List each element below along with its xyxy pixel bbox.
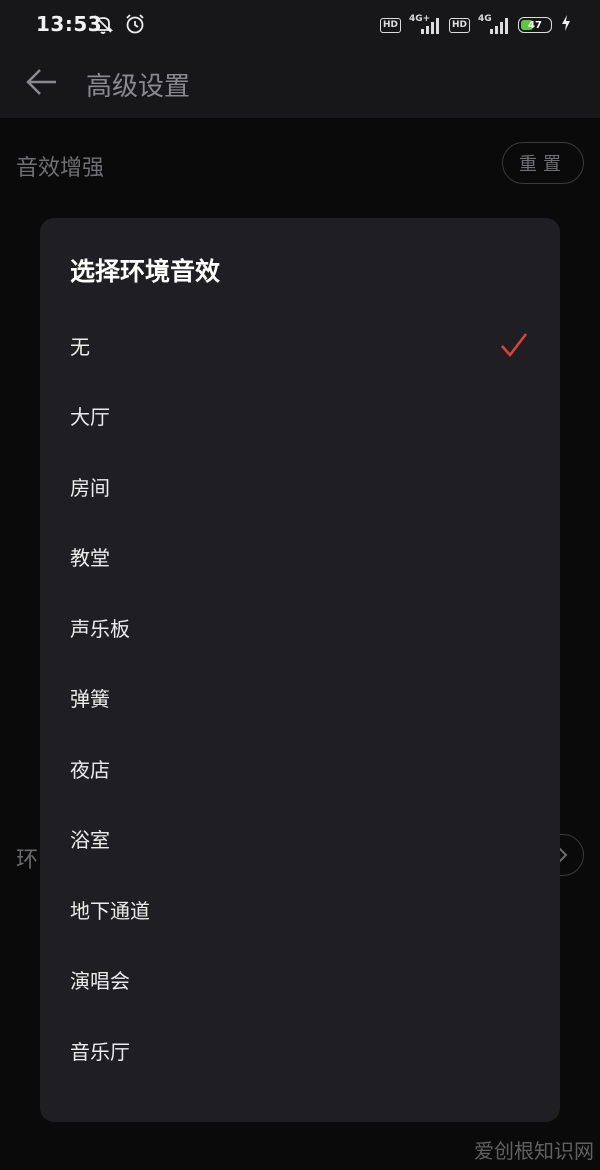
option-label: 夜店	[70, 757, 110, 782]
option-list: 无 大厅 房间 教堂 声乐板 弹簧 夜店 浴室 地下通道 演唱会 音乐厅	[40, 310, 560, 1086]
checkmark-icon	[500, 332, 528, 358]
status-left-icons	[92, 13, 146, 39]
battery-icon: 47	[518, 17, 552, 33]
option-item-church[interactable]: 教堂	[40, 522, 560, 593]
battery-level: 47	[528, 19, 542, 31]
charging-icon	[560, 14, 572, 36]
environment-effect-dialog: 选择环境音效 无 大厅 房间 教堂 声乐板 弹簧 夜店 浴室 地下通道 演唱会 …	[40, 218, 560, 1122]
option-label: 音乐厅	[70, 1039, 130, 1064]
back-arrow-icon[interactable]	[24, 66, 60, 102]
option-item-plate[interactable]: 声乐板	[40, 592, 560, 663]
network-type: 4G+	[408, 14, 431, 24]
option-label: 浴室	[70, 828, 110, 853]
background-setting-label: 环	[16, 848, 39, 873]
option-label: 弹簧	[70, 687, 110, 712]
option-item-concert[interactable]: 演唱会	[40, 945, 560, 1016]
option-item-underpass[interactable]: 地下通道	[40, 874, 560, 945]
page-title: 高级设置	[86, 72, 191, 102]
dialog-title: 选择环境音效	[70, 257, 221, 286]
option-item-club[interactable]: 夜店	[40, 733, 560, 804]
status-bar: 13:53 HD 4G+ HD 4G 47	[0, 0, 600, 52]
hd-badge: HD	[379, 17, 401, 33]
option-item-concert-hall[interactable]: 音乐厅	[40, 1015, 560, 1086]
status-right-icons: HD 4G+ HD 4G 47	[379, 14, 572, 36]
hd-badge-2: HD	[448, 17, 470, 33]
option-label: 教堂	[70, 546, 110, 571]
option-label: 房间	[70, 475, 110, 500]
option-label: 地下通道	[70, 898, 150, 923]
option-item-hall[interactable]: 大厅	[40, 381, 560, 452]
screen: 13:53 HD 4G+ HD 4G 47 高级设置 音效增强 重置 环 选择环…	[0, 0, 600, 1170]
option-label: 演唱会	[70, 969, 130, 994]
option-label: 大厅	[70, 405, 110, 430]
section-label: 音效增强	[16, 156, 105, 181]
network-type-2: 4G	[478, 14, 492, 24]
signal-icon-2: 4G	[478, 14, 510, 35]
option-label: 声乐板	[70, 616, 130, 641]
reset-button[interactable]: 重置	[502, 142, 584, 184]
mute-icon	[92, 13, 114, 39]
app-header: 高级设置	[0, 52, 600, 118]
signal-icon: 4G+	[408, 14, 441, 35]
option-item-none[interactable]: 无	[40, 310, 560, 381]
option-item-bathroom[interactable]: 浴室	[40, 804, 560, 875]
option-item-spring[interactable]: 弹簧	[40, 663, 560, 734]
alarm-icon	[124, 13, 146, 39]
option-label: 无	[70, 334, 90, 359]
option-item-room[interactable]: 房间	[40, 451, 560, 522]
watermark: 爱创根知识网	[474, 1139, 594, 1163]
